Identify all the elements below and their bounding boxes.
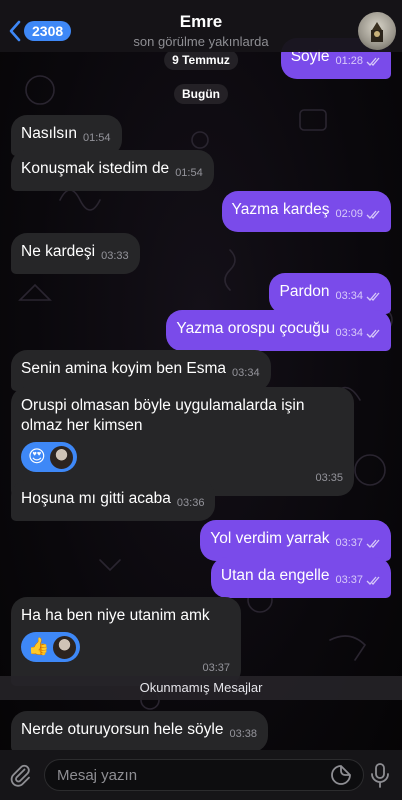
message-bubble[interactable]: Utan da engelle 03:37 — [210, 557, 391, 598]
reaction-pill[interactable]: 👍 — [21, 632, 81, 662]
message-text: Hoşuna mı gitti acaba — [21, 490, 171, 507]
double-check-icon — [366, 539, 380, 548]
chat-header: 2308 Emre son görülme yakınlarda — [0, 0, 402, 52]
message-text: Senin amina koyim ben Esma — [21, 360, 227, 377]
message-meta: 03:38 — [229, 724, 257, 744]
message-text: Nerde oturuyorsun hele söyle — [21, 721, 224, 738]
message-row-incoming: Senin amina koyim ben Esma 03:34 — [0, 350, 402, 391]
message-time: 03:37 — [335, 574, 363, 586]
message-time: 01:28 — [335, 55, 363, 67]
message-text: Yol verdim yarrak — [210, 530, 330, 547]
message-bubble[interactable]: Yazma kardeş 02:09 — [221, 191, 391, 232]
message-time: 03:33 — [101, 250, 129, 262]
message-bubble[interactable]: Hoşuna mı gitti acaba 03:36 — [11, 480, 216, 521]
chat-title[interactable]: Emre — [0, 12, 402, 32]
message-meta: 01:28 — [335, 51, 380, 71]
unread-messages-separator: Okunmamış Mesajlar — [0, 676, 402, 700]
message-time: 01:54 — [83, 132, 111, 144]
message-bubble[interactable]: Pardon 03:34 — [269, 273, 391, 314]
message-bubble[interactable]: Nerde oturuyorsun hele söyle 03:38 — [11, 711, 269, 752]
message-meta: 01:54 — [83, 128, 111, 148]
message-row-outgoing: Utan da engelle 03:37 — [0, 557, 402, 598]
message-meta: 03:37 — [335, 533, 380, 553]
message-meta: 03:34 — [335, 323, 380, 343]
message-text: Pardon — [279, 283, 330, 300]
message-time: 03:36 — [176, 497, 205, 509]
double-check-icon — [366, 329, 380, 338]
message-row-incoming: Ha ha ben niye utanim amk 👍 03:37 — [0, 597, 402, 686]
reactor-avatar — [48, 444, 74, 470]
message-meta: 03:33 — [101, 246, 129, 266]
double-check-icon — [366, 57, 380, 66]
avatar-image — [371, 22, 383, 42]
message-text: Yazma kardeş — [231, 201, 330, 218]
message-text: Konuşmak istedim de — [21, 160, 170, 177]
message-text: Nasılsın — [21, 125, 77, 142]
message-row-incoming: Nerde oturuyorsun hele söyle 03:38 — [0, 711, 402, 752]
microphone-icon[interactable] — [370, 762, 390, 788]
message-text: Yazma orospu çocuğu — [176, 320, 330, 337]
message-text: Ne kardeşi — [21, 243, 96, 260]
message-bubble[interactable]: Senin amina koyim ben Esma 03:34 — [11, 350, 271, 391]
message-time: 01:54 — [175, 167, 203, 179]
message-time: 02:09 — [335, 208, 363, 220]
message-bubble[interactable]: Yazma orospu çocuğu 03:34 — [166, 310, 391, 351]
message-time: 03:37 — [202, 662, 230, 674]
message-meta: 02:09 — [335, 204, 380, 224]
message-meta: 01:54 — [175, 163, 203, 183]
message-row-incoming: Hoşuna mı gitti acaba 03:36 — [0, 480, 402, 521]
message-row-incoming: Konuşmak istedim de 01:54 — [0, 150, 402, 191]
chat-status: son görülme yakınlarda — [133, 34, 269, 49]
message-bubble[interactable]: Konuşmak istedim de 01:54 — [11, 150, 214, 191]
message-time: 03:38 — [229, 728, 258, 740]
message-time: 03:34 — [335, 327, 363, 339]
double-check-icon — [366, 576, 380, 585]
message-time: 03:37 — [335, 537, 363, 549]
message-text: Utan da engelle — [220, 567, 330, 584]
message-meta: 03:36 — [177, 493, 205, 513]
message-bubble[interactable]: Ha ha ben niye utanim amk 👍 03:37 — [11, 597, 241, 686]
message-bubble[interactable]: Ne kardeşi 03:33 — [11, 233, 140, 274]
message-row-outgoing: Yazma kardeş 02:09 — [0, 191, 402, 232]
date-separator-today: Bugün — [174, 84, 228, 104]
message-bubble[interactable]: Yol verdim yarrak 03:37 — [200, 520, 391, 561]
message-meta: 03:37 — [335, 570, 380, 590]
message-text: Ha ha ben niye utanim amk — [21, 607, 210, 624]
message-input[interactable] — [44, 759, 364, 791]
paperclip-icon[interactable] — [8, 763, 32, 787]
message-row-incoming: Ne kardeşi 03:33 — [0, 233, 402, 274]
message-meta: 03:34 — [335, 286, 380, 306]
message-row-outgoing: Pardon 03:34 — [0, 273, 402, 314]
sticker-icon[interactable] — [330, 764, 352, 786]
message-row-outgoing: Yazma orospu çocuğu 03:34 — [0, 310, 402, 351]
avatar[interactable] — [358, 12, 396, 50]
message-text: Oruspi olmasan böyle uygulamalarda işin … — [21, 397, 309, 434]
double-check-icon — [366, 292, 380, 301]
reaction-pill[interactable]: 😍 — [21, 442, 77, 472]
composer-bar — [0, 750, 402, 800]
message-row-outgoing: Yol verdim yarrak 03:37 — [0, 520, 402, 561]
message-meta: 03:34 — [232, 363, 260, 383]
double-check-icon — [366, 210, 380, 219]
reaction-emoji: 😍 — [28, 447, 46, 466]
message-list: 9 Temmuz Söyle 01:28 Bugün Nasılsın 01:54 … — [0, 0, 402, 800]
reaction-emoji: 👍 — [28, 637, 50, 656]
reactor-avatar — [52, 634, 78, 660]
message-time: 03:34 — [335, 290, 363, 302]
message-time: 03:34 — [232, 367, 260, 379]
